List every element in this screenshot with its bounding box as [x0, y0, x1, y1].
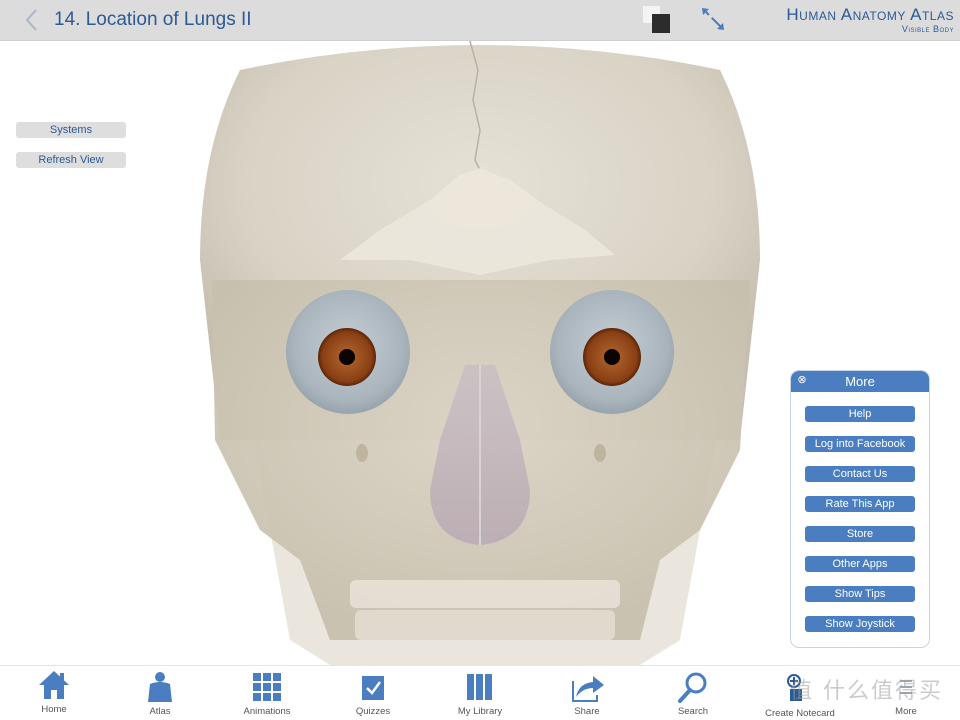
- more-menu-title: More: [845, 374, 875, 389]
- right-infraorbital-foramen: [594, 444, 606, 462]
- tab-create-notecard-label: Create Notecard: [765, 708, 835, 719]
- expand-arrows-icon: [702, 8, 724, 30]
- right-eyeball[interactable]: [550, 290, 674, 414]
- tab-home[interactable]: Home: [14, 666, 94, 720]
- systems-button[interactable]: Systems: [16, 122, 126, 138]
- more-menu-popover: ⊗ More Help Log into Facebook Contact Us…: [790, 370, 930, 648]
- show-tips-button[interactable]: Show Tips: [805, 586, 915, 602]
- tab-search[interactable]: Search: [653, 666, 733, 720]
- app-window: 14. Location of Lungs II Human Anatomy A…: [0, 0, 960, 720]
- store-button[interactable]: Store: [805, 526, 915, 542]
- tab-atlas[interactable]: Atlas: [120, 666, 200, 720]
- brand-publisher: Visible Body: [901, 24, 954, 34]
- tab-share[interactable]: Share: [547, 666, 627, 720]
- home-icon: [39, 671, 69, 699]
- share-arrow-icon: [572, 676, 604, 702]
- tab-share-label: Share: [574, 706, 600, 717]
- refresh-view-button[interactable]: Refresh View: [16, 152, 126, 168]
- back-button[interactable]: [22, 8, 42, 32]
- brand-logo: Human Anatomy Atlas Visible Body: [786, 6, 954, 35]
- lower-teeth: [355, 610, 615, 640]
- more-menu-header: ⊗ More: [791, 371, 929, 392]
- tab-atlas-label: Atlas: [149, 706, 171, 717]
- checkbox-icon: [362, 676, 384, 700]
- rate-this-app-button[interactable]: Rate This App: [805, 496, 915, 512]
- library-icon: [467, 674, 492, 700]
- brand-name: Human Anatomy Atlas: [786, 5, 954, 24]
- help-button[interactable]: Help: [805, 406, 915, 422]
- tab-my-library-label: My Library: [457, 706, 503, 717]
- fullscreen-button[interactable]: [700, 6, 726, 32]
- close-circle-icon[interactable]: ⊗: [796, 374, 808, 386]
- background-toggle-button[interactable]: [643, 6, 671, 34]
- tab-animations-label: Animations: [243, 706, 291, 717]
- page-title: 14. Location of Lungs II: [54, 9, 252, 30]
- chevron-left-icon: [25, 9, 37, 31]
- tab-search-label: Search: [677, 706, 709, 717]
- left-eyeball[interactable]: [286, 290, 410, 414]
- upper-teeth: [350, 580, 620, 608]
- tab-home-label: Home: [41, 704, 67, 715]
- left-infraorbital-foramen: [356, 444, 368, 462]
- human-figure-icon: [148, 672, 172, 702]
- tab-quizzes[interactable]: Quizzes: [333, 666, 413, 720]
- tab-quizzes-label: Quizzes: [355, 706, 391, 717]
- grid-icon: [253, 673, 281, 701]
- other-apps-button[interactable]: Other Apps: [805, 556, 915, 572]
- background-dark-swatch: [652, 14, 670, 33]
- log-into-facebook-button[interactable]: Log into Facebook: [805, 436, 915, 452]
- tab-more-label: More: [895, 706, 917, 717]
- top-bar: 14. Location of Lungs II Human Anatomy A…: [0, 0, 960, 41]
- watermark: 值 什么值得买: [790, 679, 943, 704]
- show-joystick-button[interactable]: Show Joystick: [805, 616, 915, 632]
- contact-us-button[interactable]: Contact Us: [805, 466, 915, 482]
- magnifier-icon: [678, 672, 707, 703]
- tab-animations[interactable]: Animations: [227, 666, 307, 720]
- tab-my-library[interactable]: My Library: [440, 666, 520, 720]
